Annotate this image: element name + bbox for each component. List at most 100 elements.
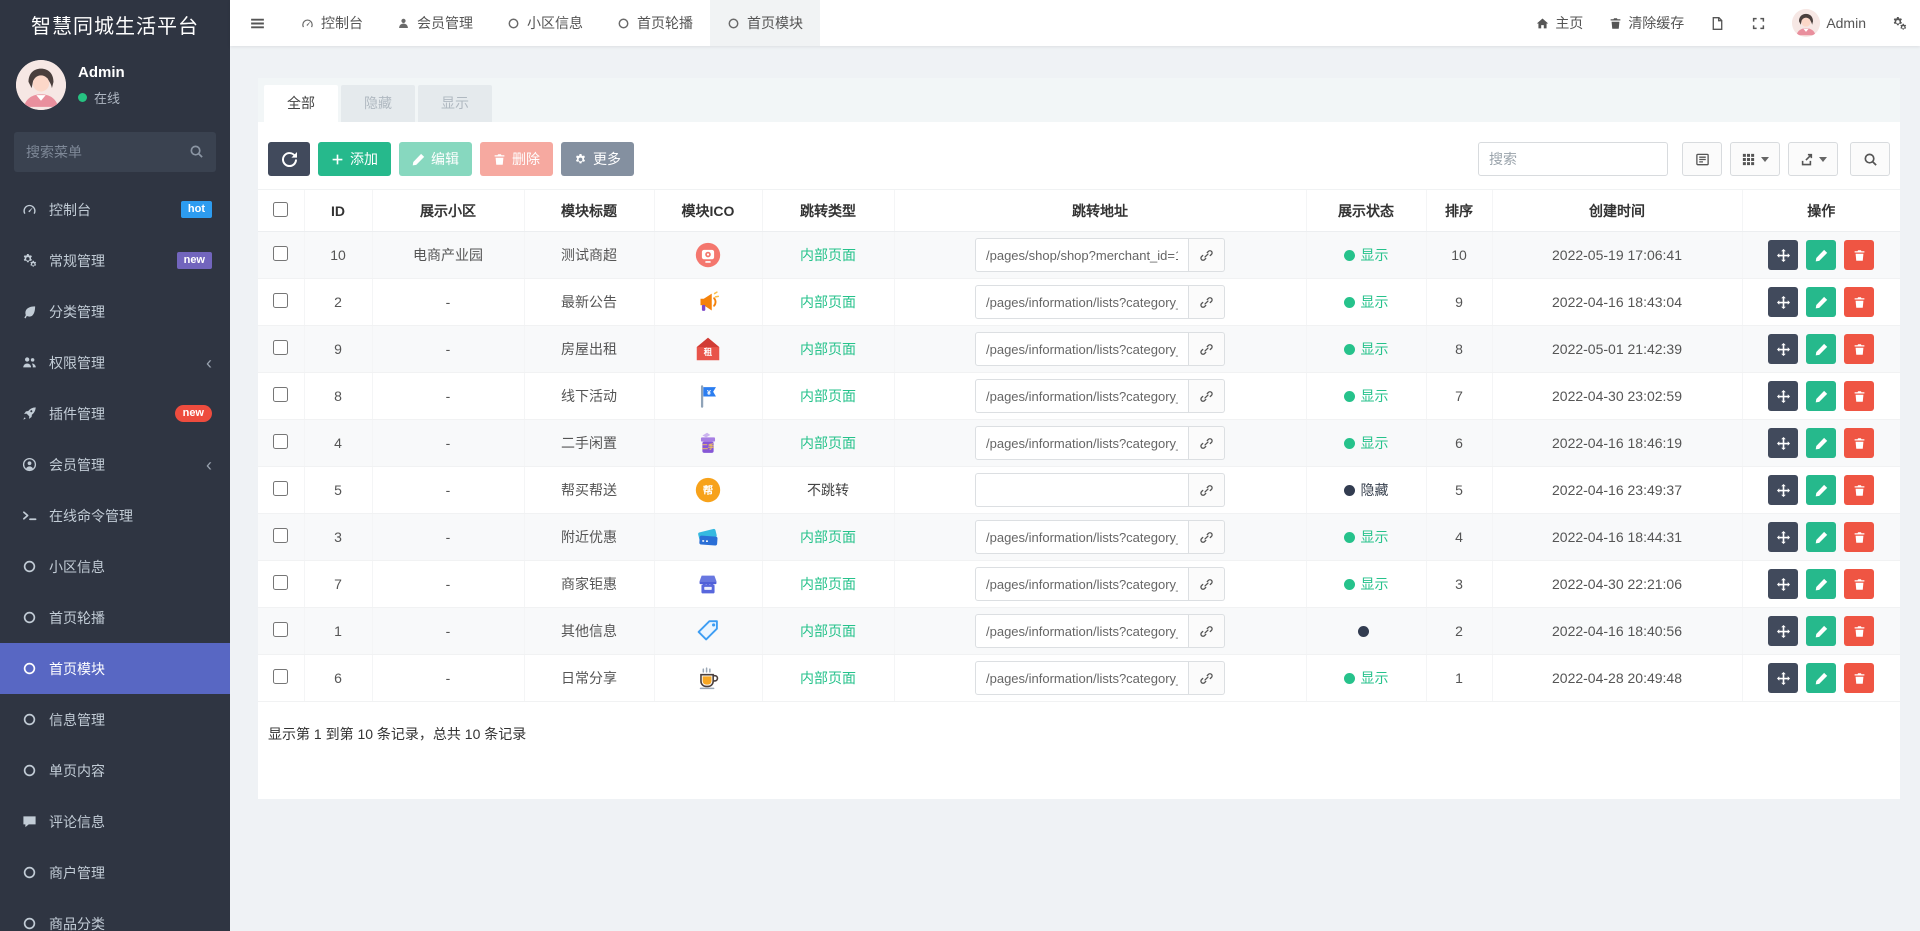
sidebar-search-input[interactable] — [14, 132, 216, 172]
nav-tab-community[interactable]: 小区信息 — [490, 0, 600, 46]
row-checkbox[interactable] — [273, 528, 289, 543]
link-button[interactable] — [1189, 661, 1225, 695]
sidebar-item-merchant[interactable]: 商户管理 — [0, 847, 230, 898]
sidebar-item-comment[interactable]: 评论信息 — [0, 796, 230, 847]
drag-sort-button[interactable] — [1768, 381, 1799, 411]
sidebar-item-console[interactable]: 控制台 hot — [0, 184, 230, 235]
drag-sort-button[interactable] — [1768, 240, 1799, 270]
drag-sort-button[interactable] — [1768, 287, 1799, 317]
row-checkbox[interactable] — [273, 293, 289, 308]
document-button[interactable] — [1697, 0, 1738, 46]
row-delete-button[interactable] — [1844, 287, 1875, 317]
refresh-button[interactable] — [268, 142, 310, 176]
row-delete-button[interactable] — [1844, 663, 1875, 693]
nav-tab-banner[interactable]: 首页轮播 — [600, 0, 710, 46]
drag-sort-button[interactable] — [1768, 522, 1799, 552]
jump-url-input[interactable] — [975, 379, 1189, 413]
drag-sort-button[interactable] — [1768, 663, 1799, 693]
sidebar-item-category[interactable]: 分类管理 — [0, 286, 230, 337]
delete-button[interactable]: 删除 — [480, 142, 553, 176]
tab-visible[interactable]: 显示 — [418, 85, 492, 122]
detail-view-button[interactable] — [1682, 142, 1722, 176]
row-checkbox[interactable] — [273, 387, 289, 402]
row-delete-button[interactable] — [1844, 616, 1875, 646]
table-search-input[interactable] — [1478, 142, 1668, 176]
export-button[interactable] — [1788, 142, 1838, 176]
link-button[interactable] — [1189, 332, 1225, 366]
add-button[interactable]: 添加 — [318, 142, 391, 176]
admin-dropdown[interactable]: Admin — [1779, 0, 1879, 46]
row-checkbox[interactable] — [273, 246, 289, 261]
row-edit-button[interactable] — [1806, 616, 1837, 646]
row-edit-button[interactable] — [1806, 522, 1837, 552]
sidebar-item-member[interactable]: 会员管理 ‹ — [0, 439, 230, 490]
jump-url-input[interactable] — [975, 238, 1189, 272]
link-button[interactable] — [1189, 520, 1225, 554]
row-checkbox[interactable] — [273, 481, 289, 496]
tab-all[interactable]: 全部 — [264, 85, 338, 122]
jump-url-input[interactable] — [975, 285, 1189, 319]
home-button[interactable]: 主页 — [1523, 0, 1596, 46]
settings-button[interactable] — [1879, 0, 1920, 46]
jump-url-input[interactable] — [975, 332, 1189, 366]
sidebar-item-page[interactable]: 单页内容 — [0, 745, 230, 796]
link-button[interactable] — [1189, 426, 1225, 460]
row-edit-button[interactable] — [1806, 287, 1837, 317]
sidebar-item-addon[interactable]: 插件管理 new — [0, 388, 230, 439]
row-delete-button[interactable] — [1844, 240, 1875, 270]
sidebar-item-banner[interactable]: 首页轮播 — [0, 592, 230, 643]
sidebar-item-info[interactable]: 信息管理 — [0, 694, 230, 745]
link-button[interactable] — [1189, 567, 1225, 601]
link-button[interactable] — [1189, 473, 1225, 507]
row-delete-button[interactable] — [1844, 334, 1875, 364]
link-button[interactable] — [1189, 379, 1225, 413]
row-edit-button[interactable] — [1806, 428, 1837, 458]
link-button[interactable] — [1189, 238, 1225, 272]
drag-sort-button[interactable] — [1768, 334, 1799, 364]
drag-sort-button[interactable] — [1768, 428, 1799, 458]
row-edit-button[interactable] — [1806, 475, 1837, 505]
drag-sort-button[interactable] — [1768, 475, 1799, 505]
sidebar-toggle-button[interactable] — [230, 0, 284, 46]
row-edit-button[interactable] — [1806, 663, 1837, 693]
row-edit-button[interactable] — [1806, 334, 1837, 364]
row-delete-button[interactable] — [1844, 428, 1875, 458]
columns-button[interactable] — [1730, 142, 1780, 176]
tab-hidden[interactable]: 隐藏 — [341, 85, 415, 122]
row-edit-button[interactable] — [1806, 569, 1837, 599]
row-checkbox[interactable] — [273, 340, 289, 355]
jump-url-input[interactable] — [975, 661, 1189, 695]
select-all-checkbox[interactable] — [273, 201, 289, 217]
row-checkbox[interactable] — [273, 434, 289, 449]
row-checkbox[interactable] — [273, 575, 289, 590]
drag-sort-button[interactable] — [1768, 616, 1799, 646]
sidebar-item-home-module[interactable]: 首页模块 — [0, 643, 230, 694]
search-button[interactable] — [1850, 142, 1890, 176]
row-edit-button[interactable] — [1806, 240, 1837, 270]
edit-button[interactable]: 编辑 — [399, 142, 472, 176]
nav-tab-console[interactable]: 控制台 — [284, 0, 380, 46]
sidebar-item-auth[interactable]: 权限管理 ‹ — [0, 337, 230, 388]
row-delete-button[interactable] — [1844, 569, 1875, 599]
row-edit-button[interactable] — [1806, 381, 1837, 411]
nav-tab-home-module[interactable]: 首页模块 — [710, 0, 820, 46]
sidebar-item-community[interactable]: 小区信息 — [0, 541, 230, 592]
fullscreen-button[interactable] — [1738, 0, 1779, 46]
row-checkbox[interactable] — [273, 622, 289, 637]
more-button[interactable]: 更多 — [561, 142, 634, 176]
row-delete-button[interactable] — [1844, 522, 1875, 552]
jump-url-input[interactable] — [975, 520, 1189, 554]
row-delete-button[interactable] — [1844, 381, 1875, 411]
clear-cache-button[interactable]: 清除缓存 — [1596, 0, 1697, 46]
drag-sort-button[interactable] — [1768, 569, 1799, 599]
jump-url-input[interactable] — [975, 567, 1189, 601]
nav-tab-member[interactable]: 会员管理 — [380, 0, 490, 46]
sidebar-item-general[interactable]: 常规管理 new — [0, 235, 230, 286]
sidebar-item-command[interactable]: 在线命令管理 — [0, 490, 230, 541]
jump-url-input[interactable] — [975, 426, 1189, 460]
row-delete-button[interactable] — [1844, 475, 1875, 505]
link-button[interactable] — [1189, 285, 1225, 319]
jump-url-input[interactable] — [975, 614, 1189, 648]
sidebar-item-goods-category[interactable]: 商品分类 — [0, 898, 230, 931]
jump-url-input[interactable] — [975, 473, 1189, 507]
